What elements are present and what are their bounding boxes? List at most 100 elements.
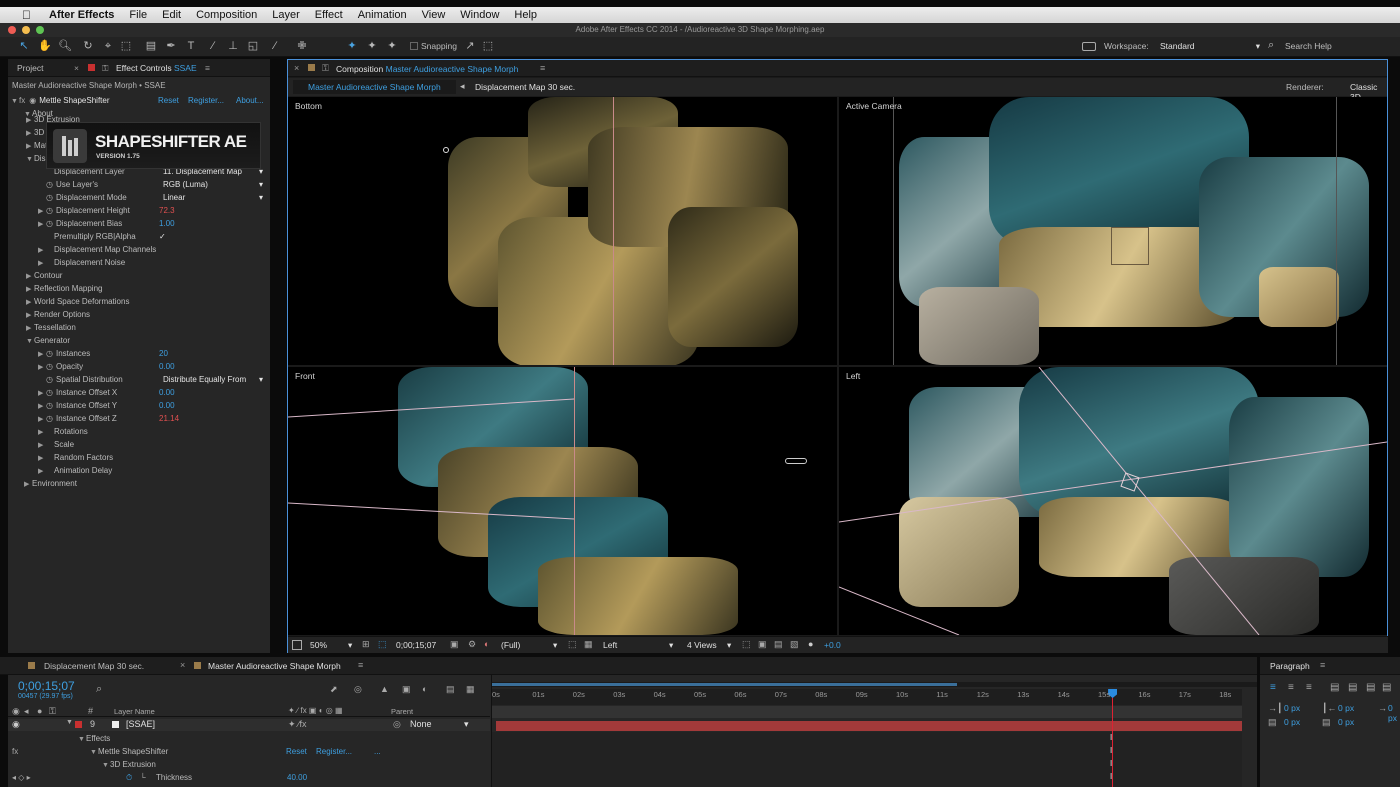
reset-link[interactable]: Reset	[158, 94, 179, 107]
effect-property-row[interactable]: ▶ Render Options	[8, 308, 270, 321]
time-navigator-range[interactable]	[492, 683, 957, 686]
camera-tool-icon[interactable]: ⌖	[102, 40, 114, 52]
tab-composition[interactable]: Composition Master Audioreactive Shape M…	[336, 64, 518, 74]
effect-property-row[interactable]: ▶ ◷ Instance Offset Z 21.14	[8, 412, 270, 425]
effect-property-row[interactable]: ▶ ◷ Opacity 0.00	[8, 360, 270, 373]
viewport-bottom[interactable]: Bottom	[288, 97, 837, 365]
view-axis-mode-icon[interactable]: ✦	[386, 40, 398, 52]
fx-icon[interactable]: fx	[12, 745, 18, 758]
magnification-dropdown[interactable]: 50% ▾	[310, 640, 360, 650]
snap-edges-icon[interactable]: ↗	[464, 40, 476, 52]
effect-property-row[interactable]: ▶ ◷ Instance Offset Y 0.00	[8, 399, 270, 412]
justify-all-icon[interactable]: ▤	[1382, 682, 1391, 693]
stopwatch-icon[interactable]: ◷	[46, 178, 56, 191]
align-left-icon[interactable]: ≡	[1270, 682, 1276, 693]
eye-icon[interactable]: ◉	[12, 719, 20, 730]
effect-property-row[interactable]: ◷ Displacement Mode Linear	[8, 191, 270, 204]
effect-property-value[interactable]: 72.3	[159, 204, 175, 217]
3d-view-dropdown[interactable]: Left ▾	[603, 640, 678, 650]
playhead[interactable]	[1112, 689, 1114, 787]
close-icon[interactable]: ×	[180, 660, 185, 670]
workspace-icon[interactable]	[1082, 42, 1096, 51]
motion-blur-icon[interactable]: ◐	[422, 684, 427, 694]
justify-last-right-icon[interactable]: ▤	[1366, 682, 1375, 693]
search-icon[interactable]: ⌕	[96, 683, 102, 696]
panel-menu-icon[interactable]: ≡	[540, 63, 545, 73]
graph-editor-icon[interactable]: ▤	[446, 684, 455, 695]
zoom-window-button[interactable]	[36, 26, 44, 34]
mask-visibility-icon[interactable]: ⬚	[378, 639, 387, 650]
panel-menu-icon[interactable]: ≡	[205, 63, 210, 73]
type-tool-icon[interactable]: T	[185, 40, 197, 52]
effect-property-value[interactable]: 20	[159, 347, 168, 360]
close-icon[interactable]: ×	[294, 63, 299, 73]
current-time-display[interactable]: 0;00;15;07	[396, 640, 436, 650]
stopwatch-icon[interactable]: ◷	[46, 347, 56, 360]
effect-property-row[interactable]: ▶ World Space Deformations	[8, 295, 270, 308]
effect-property-row[interactable]: ◷ Spatial Distribution Distribute Equally …	[8, 373, 270, 386]
parent-header[interactable]: Parent	[391, 707, 413, 716]
layer-row[interactable]: ◉ ▼ 9 [SSAE] ✦ ∕fx ◎ None ▾	[8, 719, 490, 731]
effect-property-row[interactable]: ▶ Random Factors	[8, 451, 270, 464]
timeline-reset-link[interactable]: Reset	[286, 745, 307, 758]
tab-effect-controls[interactable]: Effect Controls SSAE	[116, 63, 197, 73]
close-icon[interactable]: ×	[74, 63, 79, 73]
keyframe-navigator-icon[interactable]: ◂ ◇ ▸	[12, 771, 31, 784]
snapshot-icon[interactable]: ▣	[450, 639, 459, 650]
parent-dropdown[interactable]: None ▾	[410, 719, 474, 729]
menu-effect[interactable]: Effect	[315, 9, 343, 21]
crumb-displacement-map[interactable]: Displacement Map 30 sec.	[475, 82, 575, 92]
stopwatch-icon[interactable]: ◷	[46, 373, 56, 386]
transparency-grid-icon[interactable]: ▦	[584, 639, 593, 650]
effect-property-row[interactable]: ▶ Environment	[8, 477, 270, 490]
effect-property-row[interactable]: ▼Generator	[8, 334, 270, 347]
lock-icon[interactable]: ⚿	[102, 63, 108, 74]
menu-composition[interactable]: Composition	[196, 9, 257, 21]
stopwatch-icon[interactable]: ◷	[46, 399, 56, 412]
effect-property-value[interactable]: 0.00	[159, 386, 175, 399]
layer-name-header[interactable]: Layer Name	[114, 707, 155, 716]
timeline-register-link[interactable]: Register...	[316, 745, 352, 758]
about-link[interactable]: About...	[236, 94, 264, 107]
keyframe-icon[interactable]: I	[1110, 772, 1112, 781]
space-after-value[interactable]: 0 px	[1338, 717, 1354, 727]
stopwatch-icon[interactable]: ◷	[46, 386, 56, 399]
timeline-about-link[interactable]: ...	[374, 745, 381, 758]
stopwatch-icon[interactable]: ◷	[46, 217, 56, 230]
menu-window[interactable]: Window	[460, 9, 499, 21]
indent-left-value[interactable]: 0 px	[1284, 703, 1300, 713]
tab-master-comp[interactable]: Master Audioreactive Shape Morph	[208, 661, 341, 671]
crumb-arrow-icon[interactable]: ◂	[460, 81, 465, 92]
effect-property-value[interactable]: 1.00	[159, 217, 175, 230]
menu-help[interactable]: Help	[514, 9, 537, 21]
align-right-icon[interactable]: ≡	[1306, 682, 1312, 693]
keyframe-icon[interactable]: I	[1110, 733, 1112, 742]
draft-3d-icon[interactable]: ◎	[354, 684, 362, 695]
local-axis-mode-icon[interactable]: ✦	[346, 40, 358, 52]
indent-right-value[interactable]: 0 px	[1338, 703, 1354, 713]
panel-menu-icon[interactable]: ≡	[1320, 660, 1325, 670]
stopwatch-icon[interactable]: ◷	[46, 412, 56, 425]
fx-icon[interactable]: fx	[19, 96, 25, 105]
viewport-left[interactable]: Left	[839, 367, 1387, 635]
snap-features-icon[interactable]: ⬚	[482, 40, 494, 52]
viewport-front[interactable]: Front	[288, 367, 837, 635]
menu-layer[interactable]: Layer	[272, 9, 300, 21]
menu-edit[interactable]: Edit	[162, 9, 181, 21]
pickwhip-icon[interactable]: ◎	[393, 719, 401, 730]
menu-view[interactable]: View	[422, 9, 446, 21]
always-preview-icon[interactable]	[292, 640, 302, 650]
tab-displacement-map[interactable]: Displacement Map 30 sec.	[44, 661, 144, 671]
exposure-reset-icon[interactable]: ●	[808, 639, 813, 649]
expand-triangle-icon[interactable]: ▶	[24, 478, 32, 491]
effect-property-row[interactable]: ▶ Reflection Mapping	[8, 282, 270, 295]
minimize-window-button[interactable]	[22, 26, 30, 34]
selection-tool-icon[interactable]: ↖	[18, 40, 30, 52]
stopwatch-icon[interactable]: ⏱︎	[126, 771, 132, 784]
keyframe-icon[interactable]: I	[1110, 759, 1112, 768]
brainstorm-icon[interactable]: ▦	[466, 684, 475, 695]
snapping-checkbox[interactable]	[410, 42, 418, 50]
exposure-value[interactable]: +0.0	[824, 640, 841, 650]
effect-property-row[interactable]: Premultiply RGB|Alpha ✓	[8, 230, 270, 243]
pan-behind-tool-icon[interactable]: ⬚	[120, 40, 132, 52]
